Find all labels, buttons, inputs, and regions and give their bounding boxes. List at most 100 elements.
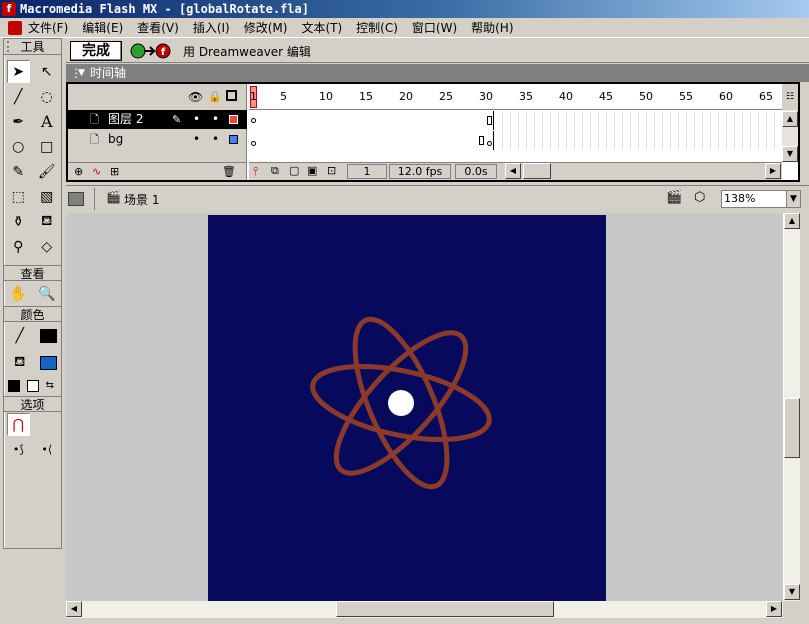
timeline-options-icon[interactable]: ☷ [782,84,798,110]
stage-scroll-left[interactable]: ◀ [66,601,82,617]
keyframe-marker[interactable] [251,118,256,123]
timeline-scroll-down[interactable]: ▼ [782,146,798,162]
layer-visible-dot[interactable]: • [193,130,200,149]
stage-scroll-up[interactable]: ▲ [784,213,800,229]
outline-all-icon[interactable] [226,90,237,101]
text-tool-icon[interactable]: A [35,110,58,133]
center-frame-icon[interactable]: ⫯ [253,164,258,179]
timeline-scroll-left[interactable]: ◀ [505,163,521,179]
edit-symbols-icon[interactable]: ⬡ [694,190,705,205]
work-area[interactable] [66,213,783,601]
flash-app-icon[interactable]: f [2,2,16,16]
view-section-header: 查看 [4,265,61,281]
empty-frames[interactable] [495,111,782,130]
layer-lock-dot[interactable]: • [212,130,219,149]
add-guide-layer-icon[interactable]: ∿ [92,165,101,178]
tween-span[interactable] [249,111,494,130]
atom-graphic[interactable] [208,215,606,601]
fill-transform-tool-icon[interactable]: ▧ [35,185,58,208]
pen-tool-icon[interactable]: ✒ [7,110,30,133]
timeline-scroll-up[interactable]: ▲ [782,111,798,127]
stroke-color-swatch[interactable] [39,328,57,343]
default-colors-icon[interactable] [7,380,20,392]
oval-tool-icon[interactable]: ○ [7,135,30,158]
free-transform-tool-icon[interactable]: ⬚ [7,185,30,208]
menu-window[interactable]: 窗口(W) [412,18,457,38]
ink-bottle-tool-icon[interactable]: ⚱ [7,210,30,233]
straighten-icon[interactable]: •⟨ [35,438,58,461]
insert-folder-icon[interactable]: ⊞ [110,165,119,178]
line-tool-icon[interactable]: ╱ [7,85,30,108]
document-icon[interactable] [8,20,22,35]
launch-dreamweaver-icon[interactable]: f [130,43,176,59]
frame-row-bg[interactable] [249,131,782,150]
timeline-vscroll[interactable]: ☷ ▲ ▼ [782,84,798,162]
timeline-scroll-right[interactable]: ▶ [765,163,781,179]
stage-scroll-down[interactable]: ▼ [784,584,800,600]
layer-visible-dot[interactable]: • [193,110,200,129]
layer-row-bg[interactable]: 🗋 bg • • [68,130,247,149]
layer-row-layer-2[interactable]: 🗋 图层 2 ✎ • • [68,110,247,129]
stage[interactable] [208,215,606,601]
menu-file[interactable]: 文件(F) [28,18,68,38]
menu-control[interactable]: 控制(C) [356,18,398,38]
edit-multiple-icon[interactable]: ▣ [307,164,317,177]
back-arrow-icon[interactable] [68,192,84,206]
onion-skin-icon[interactable]: ⧉ [271,164,279,178]
show-hide-eye-icon[interactable]: 👁 [188,90,203,104]
eraser-tool-icon[interactable]: ◇ [35,235,58,258]
onion-outline-icon[interactable]: ▢ [289,164,299,177]
arrow-tool-icon[interactable]: ➤ [6,60,30,83]
snap-magnet-icon[interactable]: ⋂ [6,413,30,436]
zoom-select[interactable]: 138% ▼ [721,190,801,208]
tools-panel-header[interactable]: 工具 [4,39,61,55]
zoom-dropdown-arrow-icon[interactable]: ▼ [786,191,800,207]
fill-color-swatch[interactable] [39,355,57,370]
stage-hscroll-thumb[interactable] [336,601,554,617]
lock-all-icon[interactable]: 🔒 [208,90,222,103]
eyedropper-tool-icon[interactable]: ⚲ [7,235,30,258]
stage-scroll-right[interactable]: ▶ [766,601,782,617]
delete-layer-icon[interactable]: 🗑 [222,165,236,178]
layer-lock-dot[interactable]: • [212,110,219,129]
swap-colors-icon[interactable]: ⇆ [46,380,58,392]
menu-edit[interactable]: 编辑(E) [82,18,123,38]
timeline-frames[interactable]: 1 5 10 15 20 25 30 35 40 45 50 55 60 65 [249,84,782,180]
stage-vscroll-thumb[interactable] [784,398,800,458]
smooth-icon[interactable]: •⟆ [7,438,30,461]
done-button[interactable]: 完成 [70,41,122,61]
frame-ruler[interactable]: 1 5 10 15 20 25 30 35 40 45 50 55 60 65 [249,84,782,110]
empty-frames[interactable] [495,131,782,150]
keyframe-marker[interactable] [251,141,256,146]
lasso-tool-icon[interactable]: ◌ [35,85,58,108]
insert-layer-icon[interactable]: ⊕ [74,165,83,178]
end-frame-marker[interactable] [487,116,492,125]
rectangle-tool-icon[interactable]: □ [35,135,58,158]
subselect-tool-icon[interactable]: ↖ [35,60,58,83]
frame-rate-readout[interactable]: 12.0 fps [389,164,451,179]
onion-markers-icon[interactable]: ⊡ [327,164,336,177]
end-frame-marker[interactable] [479,136,484,145]
brush-tool-icon[interactable]: 🖌 [35,160,58,183]
timeline-hscroll-thumb[interactable] [523,163,551,179]
static-span[interactable] [249,131,494,150]
timeline-panel-header[interactable]: ⋮ ▼ 时间轴 [66,64,809,82]
menu-view[interactable]: 查看(V) [137,18,179,38]
scene-name[interactable]: 场景 1 [124,191,159,208]
hand-tool-icon[interactable]: ✋ [7,282,30,305]
keyframe-marker[interactable] [487,141,492,146]
zoom-tool-icon[interactable]: 🔍 [35,282,58,305]
stage-vscroll[interactable]: ▲ ▼ [783,213,800,601]
pencil-tool-icon[interactable]: ✎ [7,160,30,183]
menu-insert[interactable]: 插入(I) [193,18,230,38]
frame-row-layer-2[interactable] [249,111,782,130]
layer-outline-color[interactable] [229,135,238,144]
edit-scene-icon[interactable]: 🎬 [666,190,682,205]
menu-help[interactable]: 帮助(H) [471,18,513,38]
menu-text[interactable]: 文本(T) [301,18,342,38]
stage-hscroll[interactable]: ◀ ▶ [66,601,783,618]
paint-bucket-tool-icon[interactable]: ⛾ [35,210,58,233]
menu-modify[interactable]: 修改(M) [244,18,288,38]
layer-outline-color[interactable] [229,115,238,124]
no-color-icon[interactable] [26,380,39,392]
